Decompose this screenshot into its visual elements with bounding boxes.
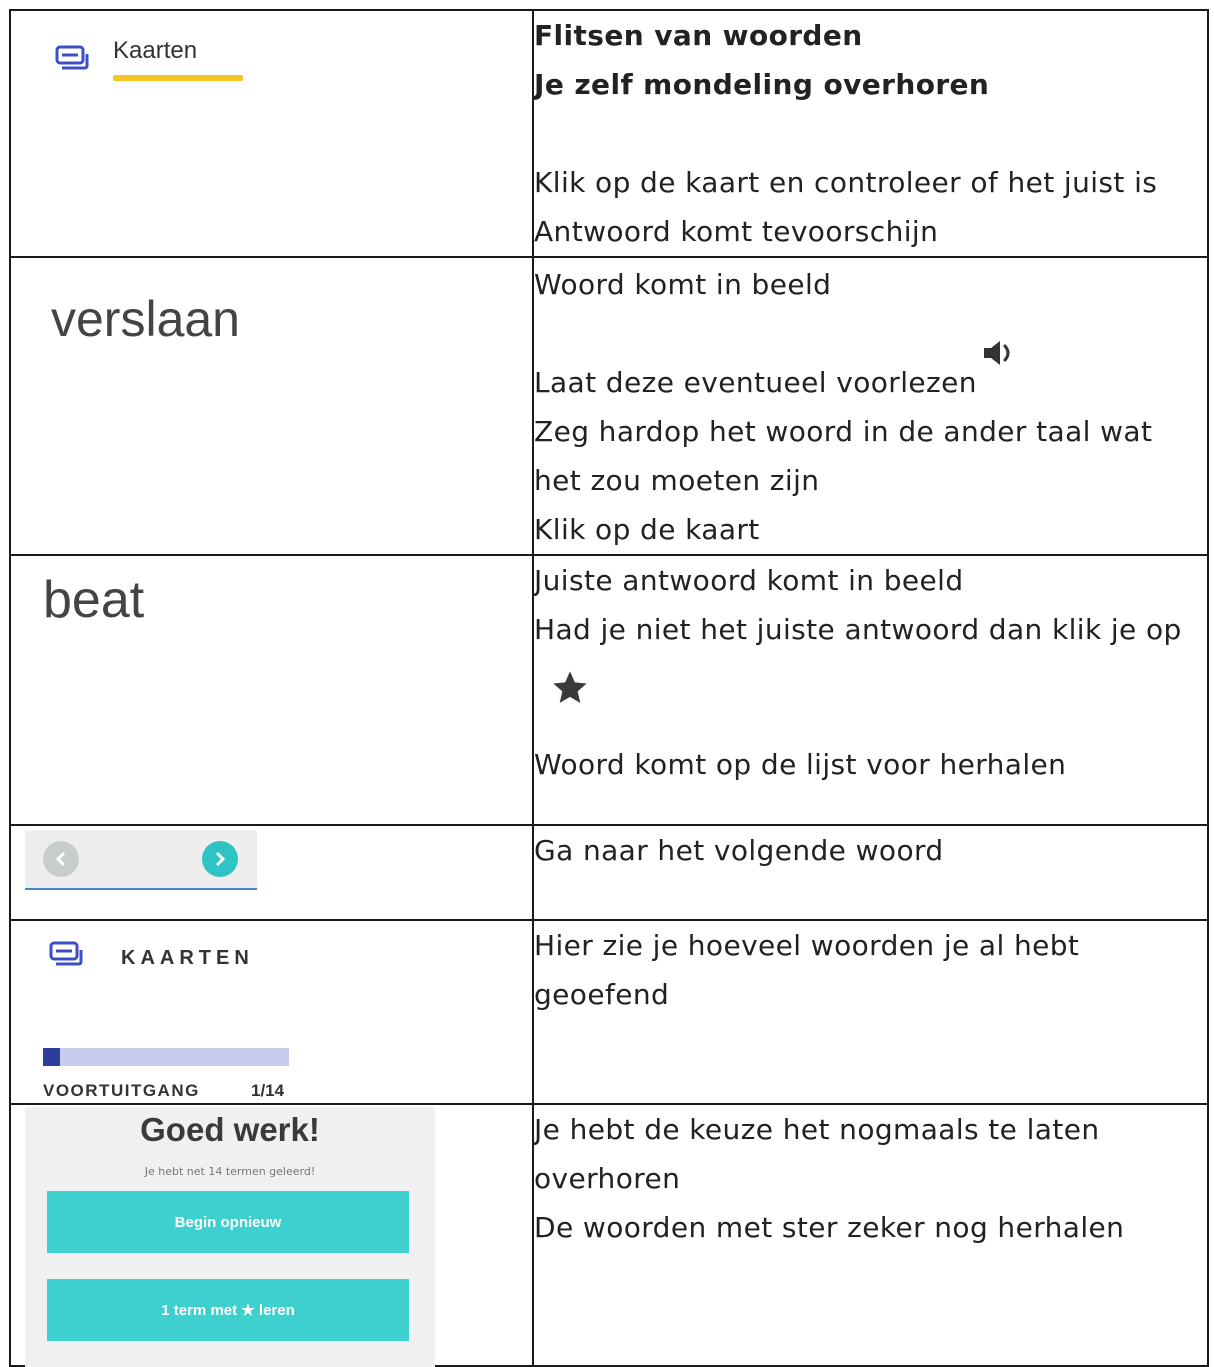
row3-image-cell: beat (9, 554, 534, 826)
completion-panel: Goed werk! Je hebt net 14 termen geleerd… (25, 1107, 435, 1367)
instruction-line: Klik op de kaart (534, 513, 760, 546)
next-button[interactable] (202, 841, 238, 877)
heading-flitsen: Flitsen van woorden (534, 19, 863, 52)
table-row: Kaarten Flitsen van woorden Je zelf mond… (9, 9, 1209, 258)
completion-subtitle: Je hebt net 14 termen geleerd! (144, 1165, 316, 1178)
row4-image-cell (9, 824, 534, 921)
instruction-line: Ga naar het volgende woord (534, 834, 944, 867)
active-tab-underline (113, 75, 243, 81)
row4-text-cell: Ga naar het volgende woord (532, 824, 1209, 921)
instruction-line: Woord komt op de lijst voor herhalen (534, 748, 1067, 781)
chevron-left-icon (55, 851, 66, 867)
instruction-line: De woorden met ster zeker nog herhalen (534, 1211, 1125, 1244)
heading-overhoren: Je zelf mondeling overhoren (534, 68, 990, 101)
row5-text-cell: Hier zie je hoeveel woorden je al hebt g… (532, 919, 1209, 1105)
instruction-line: Juiste antwoord komt in beeld (534, 564, 964, 597)
table-row: KAARTEN VOORTUITGANG 1/14 Hier zie je ho… (9, 919, 1209, 1105)
kaarten-tab-label: Kaarten (113, 37, 198, 64)
instruction-line: Zeg hardop het woord in de ander taal wa… (534, 415, 1153, 448)
completion-title: Goed werk! (140, 1111, 320, 1148)
progress-count: 1/14 (251, 1081, 285, 1100)
instruction-line: Had je niet het juiste antwoord dan klik… (534, 613, 1182, 646)
previous-button[interactable] (43, 841, 79, 877)
speaker-icon (984, 341, 1010, 365)
row5-image-cell: KAARTEN VOORTUITGANG 1/14 (9, 919, 534, 1105)
instruction-line: Antwoord komt tevoorschijn (534, 215, 939, 248)
row1-text-cell: Flitsen van woorden Je zelf mondeling ov… (532, 9, 1209, 258)
table-row: verslaan Woord komt in beeld Laat deze e… (9, 256, 1209, 556)
row6-image-cell: Goed werk! Je hebt net 14 termen geleerd… (9, 1103, 534, 1367)
row3-text-cell: Juiste antwoord komt in beeld Had je nie… (532, 554, 1209, 826)
table-row: beat Juiste antwoord komt in beeld Had j… (9, 554, 1209, 826)
instruction-table: Kaarten Flitsen van woorden Je zelf mond… (9, 9, 1209, 1367)
instruction-line: Hier zie je hoeveel woorden je al hebt (534, 929, 1080, 962)
flashcard-answer[interactable]: beat (43, 570, 144, 630)
instruction-line: Klik op de kaart en controleer of het ju… (534, 166, 1158, 199)
table-row: Goed werk! Je hebt net 14 termen geleerd… (9, 1103, 1209, 1367)
cards-icon (55, 45, 89, 70)
instruction-line: overhoren (534, 1162, 681, 1195)
cards-icon (49, 941, 83, 966)
flashcard-word[interactable]: verslaan (51, 290, 240, 348)
instruction-line: Laat deze eventueel voorlezen (534, 366, 977, 399)
instruction-line: geoefend (534, 978, 670, 1011)
star-icon (553, 671, 587, 703)
row2-image-cell: verslaan (9, 256, 534, 556)
instruction-line: Je hebt de keuze het nogmaals te laten (534, 1113, 1100, 1146)
instruction-line: het zou moeten zijn (534, 464, 820, 497)
table-row: Ga naar het volgende woord (9, 824, 1209, 921)
kaarten-tab[interactable]: Kaarten (27, 31, 272, 91)
row2-text-cell: Woord komt in beeld Laat deze eventueel … (532, 256, 1209, 556)
card-navigation (25, 830, 257, 890)
progress-bar (43, 1048, 289, 1066)
study-starred-button[interactable]: 1 term met ★ leren (47, 1279, 409, 1341)
restart-button[interactable]: Begin opnieuw (47, 1191, 409, 1253)
progress-label: VOORTUITGANG (43, 1081, 200, 1100)
row6-text-cell: Je hebt de keuze het nogmaals te laten o… (532, 1103, 1209, 1367)
kaarten-header: KAARTEN (49, 941, 249, 971)
instruction-line: Woord komt in beeld (534, 268, 832, 301)
progress-fill (43, 1048, 61, 1066)
row1-image-cell: Kaarten (9, 9, 534, 258)
chevron-right-icon (215, 851, 226, 867)
kaarten-header-label: KAARTEN (121, 947, 254, 969)
